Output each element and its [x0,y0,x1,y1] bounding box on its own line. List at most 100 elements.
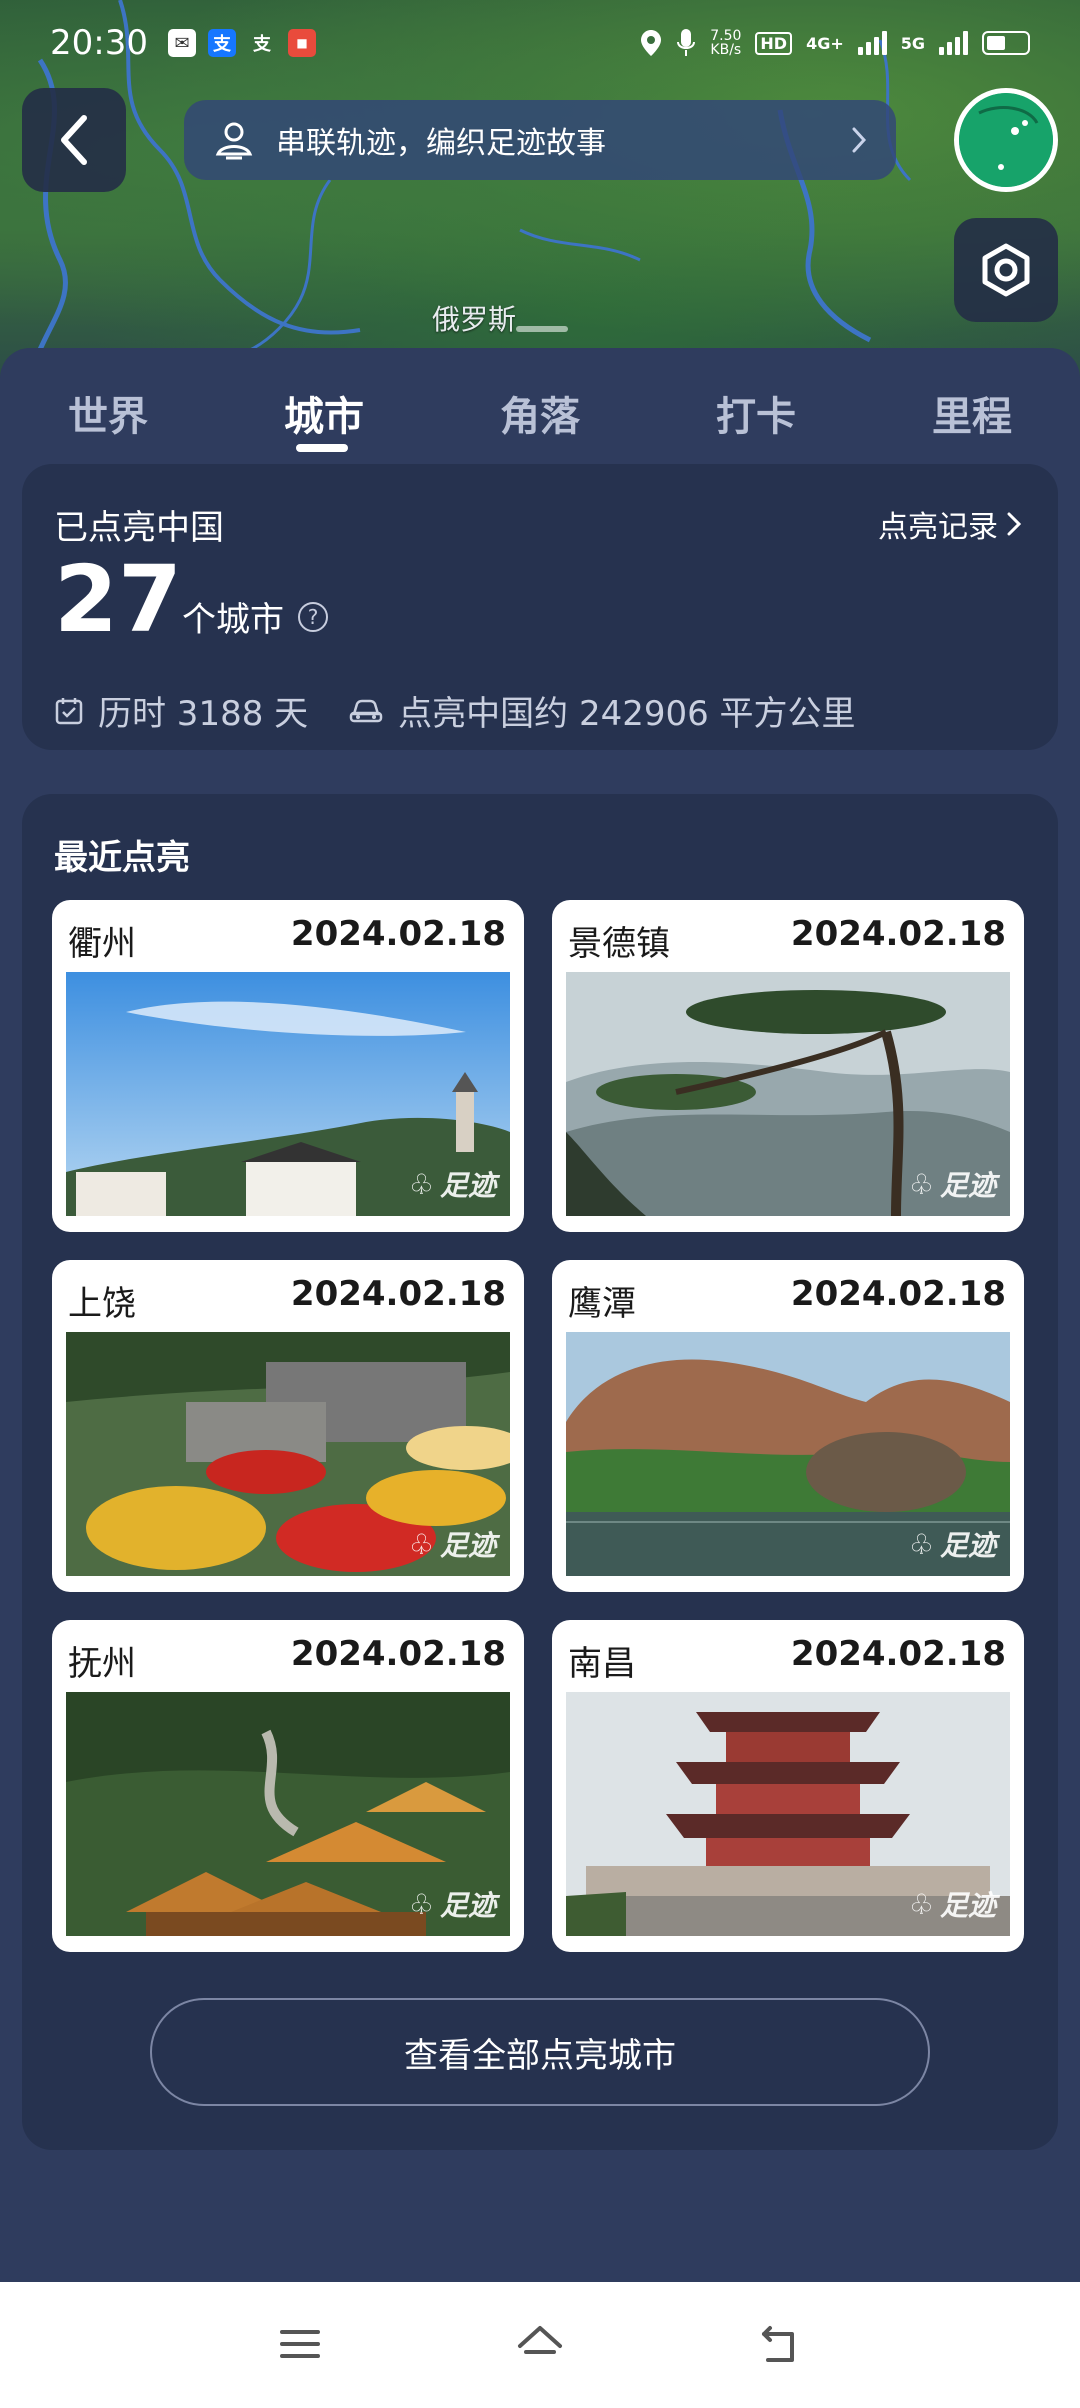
city-date: 2024.02.18 [790,914,1006,954]
hd-badge: HD [755,31,793,55]
count-unit-label: 个城市 [182,600,284,640]
mail-icon: ✉ [167,29,196,57]
globe-avatar-icon [959,93,1053,187]
watermark-text: 足迹 [439,1889,496,1922]
city-name: 鹰潭 [568,1284,636,1324]
city-count: 27 [54,546,183,653]
city-card[interactable]: 南昌 2024.02.18 ♧ 足迹 [552,1620,1024,1952]
watermark: ♧ 足迹 [409,1164,496,1204]
tab-checkin[interactable]: 打卡 [686,384,826,442]
net-5g: 5G [900,33,925,53]
watermark-text: 足迹 [439,1529,496,1562]
status-right: 7.50 KB/s HD 4G+ 5G [640,28,1030,58]
city-date: 2024.02.18 [290,1634,506,1674]
city-card[interactable]: 衢州 2024.02.18 ♧ 足迹 [52,900,524,1232]
watermark: ♧ 足迹 [409,1524,496,1564]
signal-icon-2 [939,31,968,55]
city-name: 抚州 [68,1644,136,1684]
footprint-logo-icon: ♧ [908,1527,934,1561]
watermark: ♧ 足迹 [409,1884,496,1924]
footprint-logo-icon: ♧ [408,1887,434,1921]
watermark-text: 足迹 [939,1529,996,1562]
city-card[interactable]: 抚州 2024.02.18 ♧ 足迹 [52,1620,524,1952]
recent-title: 最近点亮 [54,838,190,878]
summary-title: 已点亮中国 [54,508,224,548]
map-country-label: 俄罗斯 [432,303,517,336]
city-card[interactable]: 景德镇 2024.02.18 ♧ 足迹 [552,900,1024,1232]
city-photo: ♧ 足迹 [66,1332,510,1576]
signal-icon [857,31,887,55]
watermark: ♧ 足迹 [909,1884,996,1924]
app-root: 俄罗斯 20:30 ✉ 支 支 ■ 7.50 KB/s HD 4G+ 5G 串联… [0,0,1080,2408]
footprint-logo-icon: ♧ [908,1887,934,1921]
city-photo: ♧ 足迹 [566,1692,1010,1936]
area-text: 点亮中国约 242906 平方公里 [398,694,856,734]
status-time: 20:30 [50,23,148,63]
city-name: 衢州 [68,924,136,964]
summary-meta: 历时 3188 天 点亮中国约 242906 平方公里 [54,686,856,735]
tab-mileage[interactable]: 里程 [902,384,1042,442]
count-unit: 个城市 ? [182,592,328,641]
tab-corner[interactable]: 角落 [470,384,610,442]
city-name: 景德镇 [568,924,670,964]
story-banner[interactable]: 串联轨迹，编织足迹故事 [184,100,896,180]
city-date: 2024.02.18 [790,1274,1006,1314]
footprint-logo-icon: ♧ [408,1167,434,1201]
net-4g: 4G+ [806,33,844,53]
back-nav-icon[interactable] [756,2320,804,2368]
footprint-story-icon [215,122,253,160]
city-photo: ♧ 足迹 [66,972,510,1216]
watermark-text: 足迹 [939,1889,996,1922]
city-date: 2024.02.18 [290,914,506,954]
city-photo: ♧ 足迹 [66,1692,510,1936]
hexagon-settings-icon [982,243,1030,297]
banner-text: 串联轨迹，编织足迹故事 [276,126,606,161]
chevron-right-icon [1007,512,1022,536]
city-card[interactable]: 上饶 2024.02.18 ♧ 足迹 [52,1260,524,1592]
view-all-cities-button[interactable]: 查看全部点亮城市 [150,1998,930,2106]
car-icon [349,699,383,722]
home-icon[interactable] [516,2320,564,2368]
footprint-logo-icon: ♧ [408,1527,434,1561]
city-card[interactable]: 鹰潭 2024.02.18 ♧ 足迹 [552,1260,1024,1592]
summary-card: 已点亮中国 点亮记录 27 个城市 ? 历时 3188 天 点亮中国约 2429… [22,464,1058,750]
city-photo: ♧ 足迹 [566,1332,1010,1576]
system-nav-bar [0,2282,1080,2408]
city-date: 2024.02.18 [790,1634,1006,1674]
watermark: ♧ 足迹 [909,1164,996,1204]
watermark: ♧ 足迹 [909,1524,996,1564]
settings-button[interactable] [954,218,1058,322]
chevron-left-icon [61,115,87,165]
watermark-text: 足迹 [439,1169,496,1202]
menu-icon[interactable] [276,2320,324,2368]
city-name: 南昌 [568,1644,636,1684]
city-photo: ♧ 足迹 [566,972,1010,1216]
status-bar: 20:30 ✉ 支 支 ■ 7.50 KB/s HD 4G+ 5G [0,0,1080,86]
back-button[interactable] [22,88,126,192]
calendar-check-icon [55,697,83,724]
location-icon [641,30,662,56]
chevron-right-icon [852,127,867,153]
footprint-logo-icon: ♧ [908,1167,934,1201]
city-name: 上饶 [68,1284,136,1324]
app-icon: ■ [287,29,316,57]
city-date: 2024.02.18 [290,1274,506,1314]
net-speed: 7.50 KB/s [710,28,742,58]
mic-icon [677,29,696,56]
alipay-icon: 支 [207,29,236,57]
tab-bar: 世界 城市 角落 打卡 里程 [0,348,1080,464]
battery-icon [982,31,1030,55]
record-link-label: 点亮记录 [878,510,998,545]
content-panel: 世界 城市 角落 打卡 里程 已点亮中国 点亮记录 27 个城市 ? 历时 31… [0,348,1080,2282]
days-text: 历时 3188 天 [98,694,309,734]
help-icon[interactable]: ? [298,601,328,632]
tab-city[interactable]: 城市 [254,384,394,442]
record-link[interactable]: 点亮记录 [878,502,1022,546]
recent-section: 最近点亮 衢州 2024.02.18 ♧ 足迹 景德镇 2024.02.18 ♧… [22,794,1058,2150]
map-handle [516,326,568,332]
tab-world[interactable]: 世界 [38,384,178,442]
watermark-text: 足迹 [939,1169,996,1202]
tab-active-indicator [296,444,348,452]
avatar[interactable] [954,88,1058,192]
alipay-mini-icon: 支 [252,34,271,55]
